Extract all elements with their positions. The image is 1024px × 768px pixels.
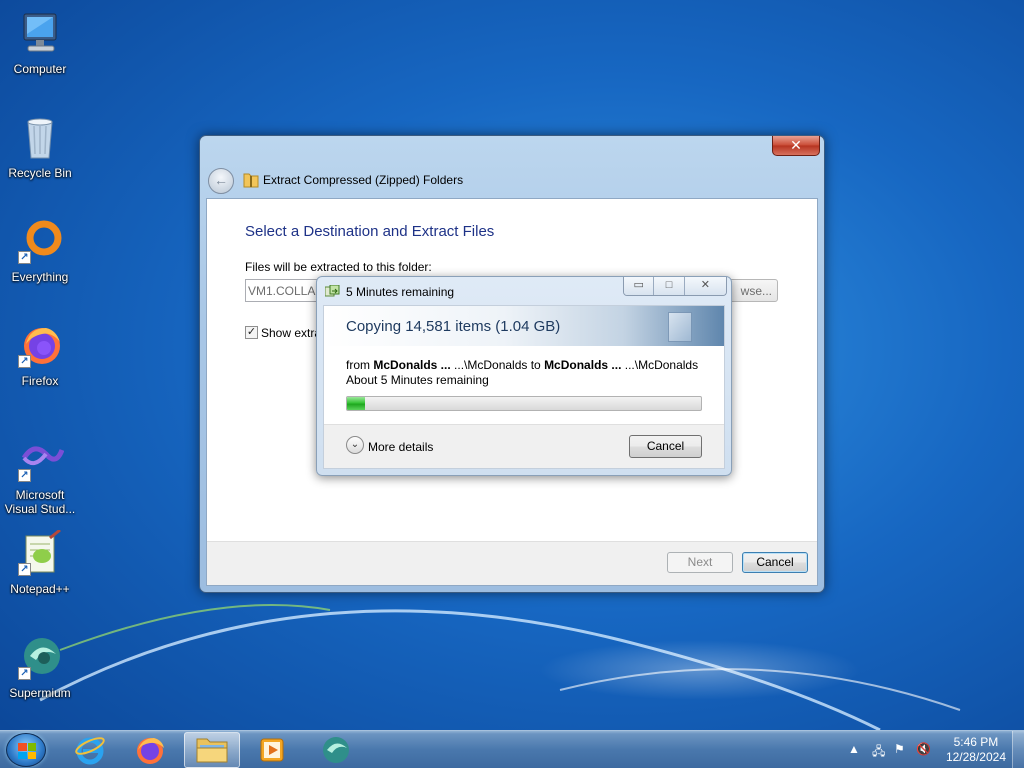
from-prefix: from [346,358,374,372]
computer-icon [16,10,64,58]
copy-progress-dialog[interactable]: 5 Minutes remaining ▭ □ ✕ Copying 14,581… [316,276,732,476]
minimize-button[interactable]: ▭ [624,277,655,295]
desktop-icon-label: Firefox [21,374,59,388]
chevron-down-icon[interactable]: ⌄ [346,436,364,454]
destination-name[interactable]: McDonalds ... [544,358,621,372]
copy-files-icon [325,285,340,297]
windows-logo-icon [18,743,36,759]
volume-muted-icon[interactable]: 🔇 [916,742,931,756]
show-files-checkbox[interactable]: ✓ [245,326,258,339]
window-title: Extract Compressed (Zipped) Folders [263,173,464,187]
desktop-icon-label: Everything [11,270,69,284]
start-button[interactable] [6,733,46,767]
desktop-icon-supermium[interactable]: ↗ Supermium [2,630,78,716]
source-name[interactable]: McDonalds ... [373,358,450,372]
desktop-icon-notepad-plus-plus[interactable]: ↗ Notepad++ [2,526,78,612]
maximize-button[interactable]: □ [654,277,685,295]
network-icon[interactable]: 🖧 [872,742,885,763]
next-button[interactable]: Next [667,552,733,573]
action-center-flag-icon[interactable]: ⚑ [894,742,905,756]
supermium-icon: ↗ [16,634,64,682]
show-desktop-button[interactable] [1012,731,1024,768]
shortcut-arrow-icon: ↗ [18,469,31,482]
recycle-bin-icon [16,114,64,162]
supermium-icon [323,737,349,763]
shortcut-arrow-icon: ↗ [18,251,31,264]
progress-fill [347,397,365,410]
taskbar-media-player[interactable] [244,732,300,768]
wizard-cancel-button[interactable]: Cancel [742,552,808,573]
desktop-icon-everything[interactable]: ↗ Everything [2,214,78,300]
taskbar-file-explorer[interactable] [184,732,240,768]
taskbar-internet-explorer[interactable] [62,732,118,768]
desktop-icon-label: Microsoft Visual Stud... [4,488,76,516]
folder-icon [196,738,228,763]
copy-banner: Copying 14,581 items (1.04 GB) [324,306,724,346]
firefox-icon: ↗ [16,322,64,370]
media-player-icon [260,738,284,762]
desktop-icon-label: Supermium [9,686,71,700]
copy-source-destination: from McDonalds ... ...\McDonalds to McDo… [346,358,698,372]
document-icon [668,312,692,342]
clock-date: 12/28/2024 [945,750,1006,764]
destination-path: ...\McDonalds [621,358,699,372]
taskbar-firefox[interactable] [122,732,178,768]
firefox-icon [137,738,164,764]
copy-progress-bar [346,396,702,411]
clock-time: 5:46 PM [953,735,999,749]
desktop-icon-firefox[interactable]: ↗ Firefox [2,318,78,404]
destination-label: Files will be extracted to this folder: [245,260,432,274]
shortcut-arrow-icon: ↗ [18,355,31,368]
system-tray: ▲ 🖧 ⚑ 🔇 5:46 PM 12/28/2024 [834,731,1024,768]
source-path: ...\McDonalds to [450,358,545,372]
copy-content: Copying 14,581 items (1.04 GB) from McDo… [323,305,725,469]
shortcut-arrow-icon: ↗ [18,667,31,680]
time-remaining: About 5 Minutes remaining [346,373,489,387]
internet-explorer-icon [75,737,105,765]
desktop-icon-computer[interactable]: Computer [2,6,78,92]
more-details-toggle[interactable]: More details [368,440,433,454]
shortcut-arrow-icon: ↗ [18,563,31,576]
show-files-label: Show extra [261,326,322,340]
copy-cancel-button[interactable]: Cancel [629,435,702,458]
taskbar-supermium[interactable] [308,732,364,768]
zip-folder-icon [243,173,259,188]
visual-studio-icon: ↗ [16,436,65,484]
back-arrow-icon[interactable]: ← [208,168,234,194]
copy-footer: ⌄ More details Cancel [324,424,724,468]
desktop-icon-visual-studio[interactable]: ↗ Microsoft Visual Stud... [2,432,78,518]
desktop-icon-label: Recycle Bin [8,166,72,180]
everything-icon: ↗ [16,218,64,266]
desktop-icon-label: Computer [13,62,67,76]
dialog-close-button[interactable]: ✕ [684,277,726,295]
close-button[interactable]: ✕ [772,136,820,156]
dialog-title: 5 Minutes remaining [346,285,455,299]
show-hidden-icons-icon[interactable]: ▲ [848,742,860,756]
notepad-plus-plus-icon: ↗ [16,528,64,578]
caption-buttons: ▭ □ ✕ [623,277,727,296]
taskbar: ▲ 🖧 ⚑ 🔇 5:46 PM 12/28/2024 [0,730,1024,768]
wizard-heading: Select a Destination and Extract Files [245,223,495,240]
desktop-icon-label: Notepad++ [10,582,70,596]
desktop-icon-recycle-bin[interactable]: Recycle Bin [2,110,78,196]
wizard-footer: Next Cancel [207,541,817,585]
copy-heading: Copying 14,581 items (1.04 GB) [346,318,561,335]
clock[interactable]: 5:46 PM 12/28/2024 [946,735,1006,765]
